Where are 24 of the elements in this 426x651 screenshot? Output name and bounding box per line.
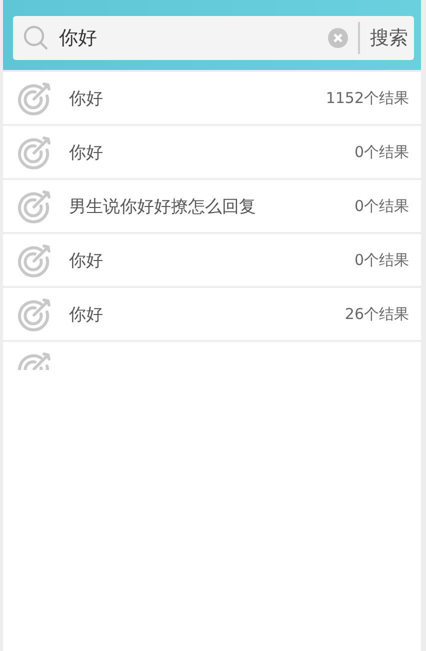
result-count: 1152个结果 bbox=[326, 88, 409, 108]
result-count: 0个结果 bbox=[354, 142, 409, 162]
target-icon bbox=[17, 80, 53, 116]
result-query: 你好 bbox=[69, 304, 104, 326]
result-query: 男生说你好好撩怎么回复 bbox=[69, 196, 257, 218]
search-field[interactable]: 你好 搜索 bbox=[13, 16, 414, 60]
result-query: 你好 bbox=[69, 88, 104, 110]
result-row[interactable]: 你好 26个结果 bbox=[3, 288, 421, 340]
result-query: 你好 bbox=[69, 142, 104, 164]
search-button[interactable]: 搜索 bbox=[370, 25, 408, 51]
clear-icon[interactable] bbox=[328, 28, 348, 48]
result-row[interactable]: 你好 0个结果 bbox=[3, 234, 421, 286]
target-icon bbox=[17, 296, 53, 332]
result-row[interactable]: 你好 1152个结果 bbox=[3, 72, 421, 124]
result-count: 0个结果 bbox=[354, 196, 409, 216]
result-count: 0个结果 bbox=[354, 250, 409, 270]
search-icon bbox=[23, 25, 49, 51]
result-row[interactable]: 你好 0个结果 bbox=[3, 126, 421, 178]
result-count: 26个结果 bbox=[344, 304, 409, 324]
result-row[interactable]: 男生说你好好撩怎么回复 0个结果 bbox=[3, 180, 421, 232]
target-icon bbox=[17, 188, 53, 224]
target-icon bbox=[17, 242, 53, 278]
result-query: 你好 bbox=[69, 250, 104, 272]
target-icon bbox=[17, 134, 53, 170]
